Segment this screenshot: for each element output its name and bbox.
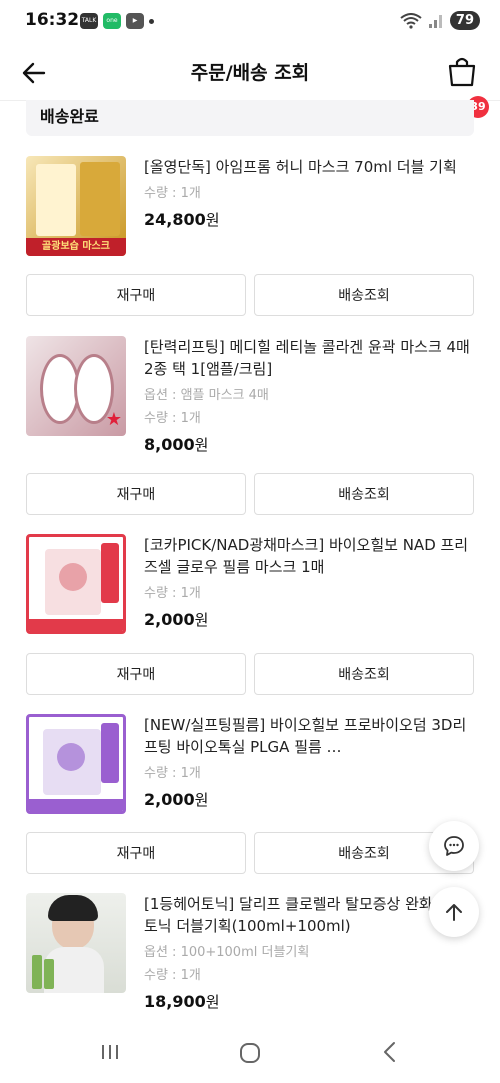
clock: 16:32 (25, 10, 80, 30)
talk-icon: TALK (80, 13, 98, 29)
quantity: 수량 : 1개 (144, 411, 201, 426)
repurchase-button[interactable]: 재구매 (26, 274, 246, 316)
track-delivery-button[interactable]: 배송조회 (254, 274, 474, 316)
track-delivery-button[interactable]: 배송조회 (254, 473, 474, 515)
chat-bubble-icon (444, 836, 464, 856)
item-actions: 재구매 배송조회 (26, 832, 474, 874)
home-icon[interactable] (237, 1040, 263, 1066)
product-name[interactable]: [1등헤어토닉] 달리프 클로렐라 탈모증상 완화 헤어토닉 더블기획(100m… (144, 893, 474, 937)
product-thumbnail[interactable]: ★ (26, 336, 126, 436)
product-name[interactable]: [코카PICK/NAD광채마스크] 바이오힐보 NAD 프리즈셀 글로우 필름 … (144, 534, 474, 578)
repurchase-button[interactable]: 재구매 (26, 473, 246, 515)
system-nav-bar (0, 1030, 500, 1083)
price: 24,800원 (144, 210, 220, 229)
page-title: 주문/배송 조회 (190, 62, 310, 84)
scroll-top-button[interactable] (429, 887, 479, 937)
option: 옵션 : 100+100ml 더블기획 (144, 945, 310, 960)
repurchase-button[interactable]: 재구매 (26, 653, 246, 695)
chat-button[interactable] (429, 821, 479, 871)
one-store-icon: one (103, 13, 121, 29)
repurchase-button[interactable]: 재구매 (26, 832, 246, 874)
wifi-icon (400, 12, 422, 29)
price: 2,000원 (144, 610, 209, 629)
price: 8,000원 (144, 435, 209, 454)
product-thumbnail[interactable] (26, 534, 126, 634)
system-icons: 79 (400, 11, 480, 30)
item-actions: 재구매 배송조회 (26, 274, 474, 316)
track-delivery-button[interactable]: 배송조회 (254, 653, 474, 695)
product-thumbnail[interactable]: 골광보습 마스크 (26, 156, 126, 256)
thumbnail-caption: 골광보습 마스크 (26, 238, 126, 256)
shopping-bag-icon[interactable] (446, 54, 478, 88)
signal-icon (428, 14, 442, 28)
quantity: 수량 : 1개 (144, 968, 201, 983)
delivery-status-section: 배송완료 (26, 100, 474, 136)
back-nav-icon[interactable] (378, 1040, 402, 1064)
app-header: 주문/배송 조회 39 (0, 44, 500, 118)
product-thumbnail[interactable] (26, 893, 126, 993)
price: 18,900원 (144, 992, 220, 1011)
product-name[interactable]: [올영단독] 아임프롬 허니 마스크 70ml 더블 기획 (144, 156, 474, 178)
product-name[interactable]: [탄력리프팅] 메디힐 레티놀 콜라겐 윤곽 마스크 4매 2종 택 1[앰플/… (144, 336, 474, 380)
product-name[interactable]: [NEW/실프팅필름] 바이오힐보 프로바이오덤 3D리프팅 바이오톡실 PLG… (144, 714, 474, 758)
quantity: 수량 : 1개 (144, 586, 201, 601)
more-dot-icon (149, 18, 154, 24)
price: 2,000원 (144, 790, 209, 809)
delivery-status-title: 배송완료 (40, 107, 99, 126)
status-bar: 16:32 TALK one ▶ 79 (0, 0, 500, 44)
star-icon: ★ (105, 409, 122, 430)
quantity: 수량 : 1개 (144, 766, 201, 781)
item-actions: 재구매 배송조회 (26, 653, 474, 695)
recent-apps-icon[interactable] (98, 1040, 122, 1064)
arrow-up-icon (446, 904, 462, 921)
youtube-icon: ▶ (126, 13, 144, 29)
notification-icons: TALK one ▶ (80, 13, 154, 29)
product-thumbnail[interactable] (26, 714, 126, 814)
option: 옵션 : 앰플 마스크 4매 (144, 388, 269, 403)
battery-indicator: 79 (449, 11, 480, 30)
quantity: 수량 : 1개 (144, 186, 201, 201)
item-actions: 재구매 배송조회 (26, 473, 474, 515)
